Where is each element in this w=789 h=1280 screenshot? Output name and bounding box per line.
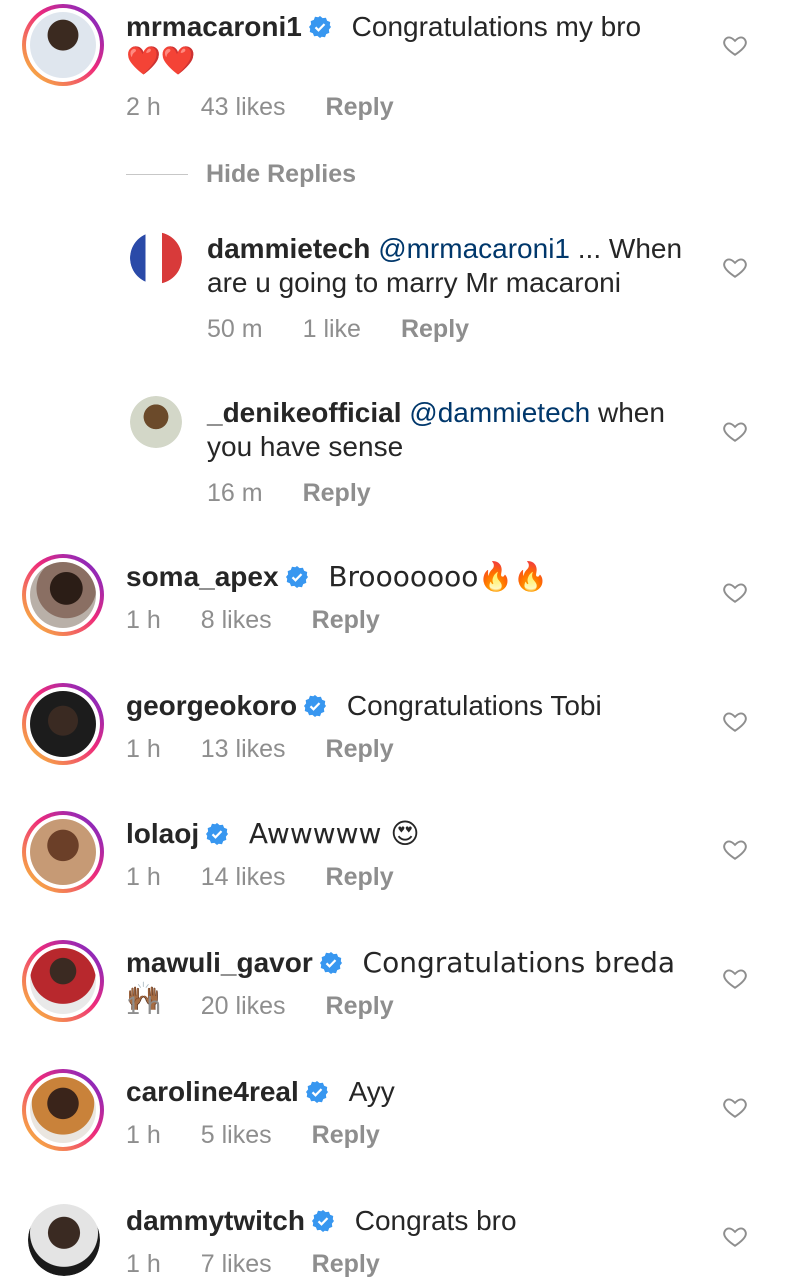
comment-likes[interactable]: 8 likes [201, 606, 272, 635]
reply-button[interactable]: Reply [326, 992, 394, 1021]
comment-text: soma_apex Brooooooo🔥🔥 [126, 560, 706, 594]
avatar[interactable] [22, 940, 104, 1022]
comment-username[interactable]: georgeokoro [126, 690, 297, 721]
heart-outline-icon[interactable] [722, 579, 748, 605]
heart-outline-icon[interactable] [722, 1223, 748, 1249]
avatar[interactable] [130, 232, 182, 284]
comment-text: dammytwitch Congrats bro [126, 1204, 706, 1238]
reply-button[interactable]: Reply [312, 1121, 380, 1150]
avatar[interactable] [22, 1069, 104, 1151]
comment-body: Congrats bro [354, 1205, 517, 1236]
heart-outline-icon[interactable] [722, 1094, 748, 1120]
comment-meta: 1 h 5 likes Reply [126, 1121, 380, 1150]
reply-button[interactable]: Reply [326, 93, 394, 122]
reply-text: _denikeofficial @dammietech when you hav… [207, 396, 707, 464]
reply-button[interactable]: Reply [326, 735, 394, 764]
reply-button[interactable]: Reply [303, 479, 371, 508]
reply-text: dammietech @mrmacaroni1 ... When are u g… [207, 232, 707, 300]
comment-meta: 1 h 20 likes Reply [126, 992, 394, 1021]
comment-likes[interactable]: 5 likes [201, 1121, 272, 1150]
comment-username[interactable]: caroline4real [126, 1076, 299, 1107]
comment-time: 1 h [126, 1250, 161, 1278]
comment-time: 1 h [126, 863, 161, 891]
comment-text: caroline4real Ayy [126, 1075, 706, 1109]
comment-likes[interactable]: 20 likes [201, 992, 286, 1021]
verified-badge-icon [206, 823, 229, 845]
comment-username[interactable]: soma_apex [126, 561, 279, 592]
verified-badge-icon [305, 1081, 328, 1103]
heart-outline-icon[interactable] [722, 32, 748, 58]
heart-outline-icon[interactable] [722, 254, 748, 280]
avatar[interactable] [22, 554, 104, 636]
comment-text: georgeokoro Congratulations Tobi [126, 689, 706, 723]
reply-button[interactable]: Reply [326, 863, 394, 892]
comment-body: Congratulations Tobi [346, 690, 602, 721]
comment-text: lolaoj Awwwww 😍 [126, 817, 706, 851]
comment-likes[interactable]: 13 likes [201, 735, 286, 764]
avatar[interactable] [22, 811, 104, 893]
comment-meta: 1 h 13 likes Reply [126, 735, 394, 764]
comment-time: 1 h [126, 992, 161, 1020]
comment-username[interactable]: lolaoj [126, 818, 199, 849]
comment-body: Brooooooo🔥🔥 [328, 560, 549, 593]
verified-badge-icon [304, 695, 327, 717]
reply-meta: 16 m Reply [207, 479, 371, 508]
reply-likes[interactable]: 1 like [303, 315, 361, 344]
reply-button[interactable]: Reply [401, 315, 469, 344]
heart-outline-icon[interactable] [722, 836, 748, 862]
comment-time: 1 h [126, 735, 161, 763]
reply-mention[interactable]: @mrmacaroni1 [378, 233, 570, 264]
comment-likes[interactable]: 43 likes [201, 93, 286, 122]
comment-username[interactable]: mrmacaroni1 [126, 11, 302, 42]
comment-body: Awwwww 😍 [248, 817, 420, 850]
avatar[interactable] [22, 683, 104, 765]
reply-time: 16 m [207, 479, 263, 507]
comment-meta: 1 h 14 likes Reply [126, 863, 394, 892]
verified-badge-icon [319, 952, 342, 974]
comment-meta: 1 h 7 likes Reply [126, 1250, 380, 1279]
verified-badge-icon [308, 16, 331, 38]
reply-button[interactable]: Reply [312, 1250, 380, 1279]
comment-time: 2 h [126, 93, 161, 121]
heart-outline-icon[interactable] [722, 418, 748, 444]
comment-body: Ayy [348, 1076, 395, 1107]
comment-meta: 2 h 43 likes Reply [126, 93, 394, 122]
divider-line [126, 174, 188, 175]
comment-meta: 1 h 8 likes Reply [126, 606, 380, 635]
reply-mention[interactable]: @dammietech [409, 397, 590, 428]
verified-badge-icon [311, 1210, 334, 1232]
comment-body: Congratulations my bro [351, 11, 642, 42]
comment-username[interactable]: dammytwitch [126, 1205, 305, 1236]
avatar[interactable] [28, 1204, 100, 1276]
hide-replies-toggle[interactable]: Hide Replies [126, 160, 356, 189]
avatar[interactable] [130, 396, 182, 448]
avatar[interactable] [22, 4, 104, 86]
comment-username[interactable]: mawuli_gavor [126, 947, 313, 978]
reply-username[interactable]: dammietech [207, 233, 370, 264]
verified-badge-icon [285, 566, 308, 588]
comment-text: mrmacaroni1 Congratulations my bro ❤️❤️ [126, 10, 706, 78]
hide-replies-label[interactable]: Hide Replies [206, 160, 356, 189]
heart-outline-icon[interactable] [722, 708, 748, 734]
reply-time: 50 m [207, 315, 263, 343]
comment-likes[interactable]: 14 likes [201, 863, 286, 892]
comment-body-emoji: ❤️❤️ [126, 44, 196, 77]
comment-time: 1 h [126, 1121, 161, 1149]
reply-meta: 50 m 1 like Reply [207, 315, 469, 344]
reply-button[interactable]: Reply [312, 606, 380, 635]
comment-likes[interactable]: 7 likes [201, 1250, 272, 1279]
comments-feed: mrmacaroni1 Congratulations my bro ❤️❤️ … [0, 0, 789, 1280]
comment-time: 1 h [126, 606, 161, 634]
reply-username[interactable]: _denikeofficial [207, 397, 402, 428]
heart-outline-icon[interactable] [722, 965, 748, 991]
